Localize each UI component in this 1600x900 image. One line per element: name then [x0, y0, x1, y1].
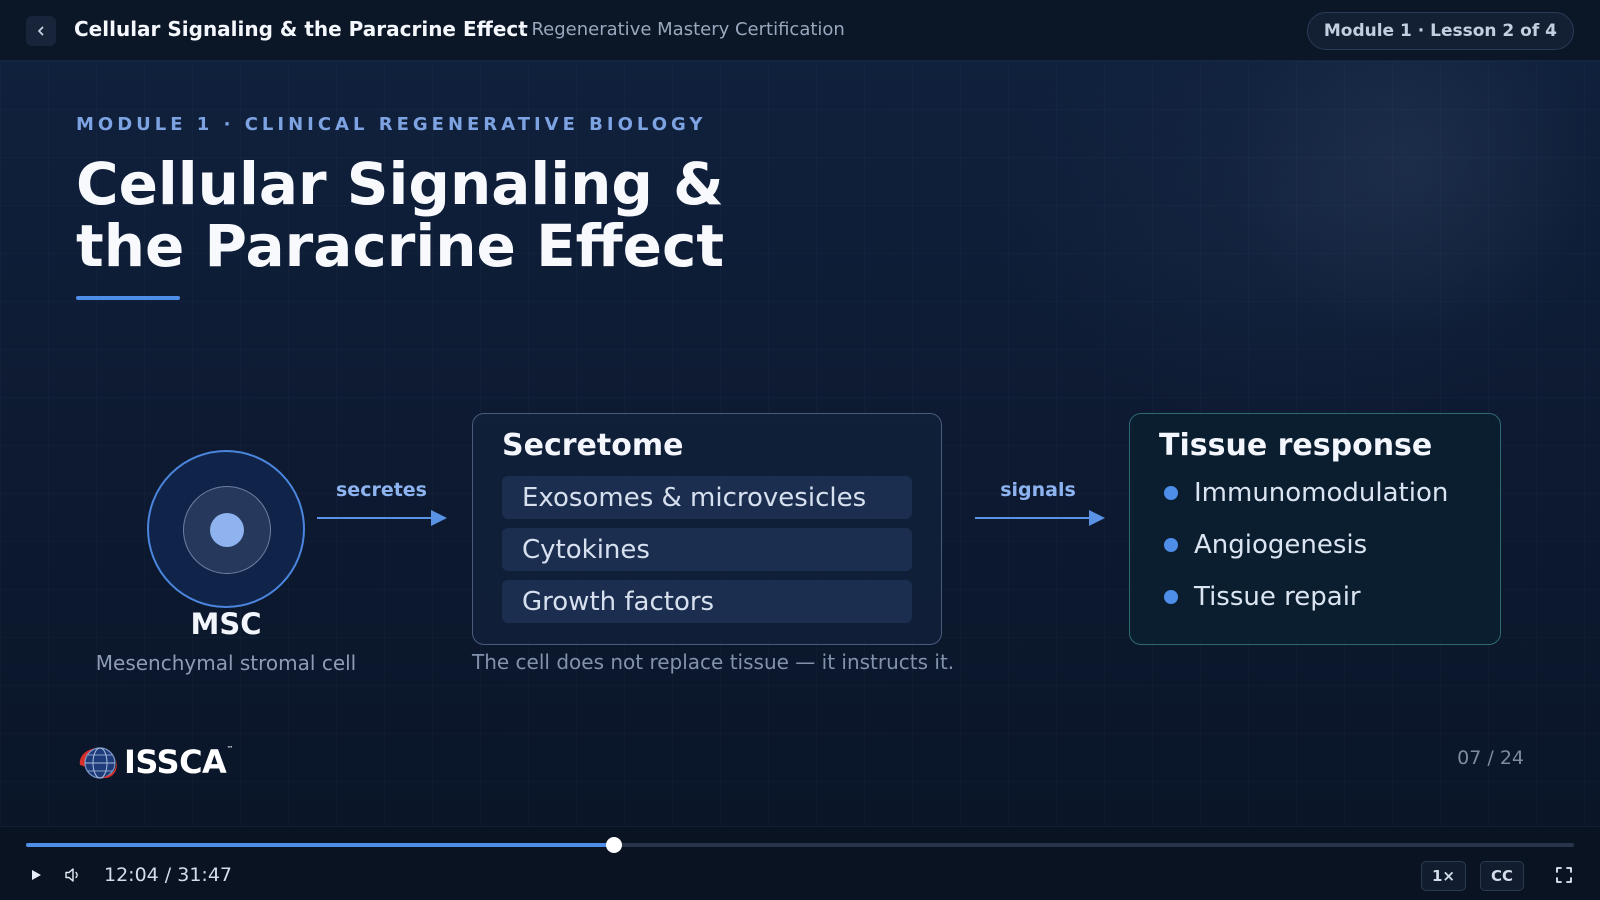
- tissue-response-box: Tissue response Immunomodulation Angioge…: [1129, 413, 1501, 645]
- module-eyebrow: MODULE 1 · CLINICAL REGENERATIVE BIOLOGY: [76, 114, 707, 135]
- fullscreen-icon: [1556, 867, 1572, 883]
- back-button[interactable]: [26, 16, 56, 46]
- secretome-box: Secretome Exosomes & microvesicles Cytok…: [472, 413, 942, 645]
- slide-canvas: MODULE 1 · CLINICAL REGENERATIVE BIOLOGY…: [0, 61, 1600, 826]
- logo-trademark: ™: [226, 745, 234, 753]
- logo-wordmark: ISSCA: [124, 743, 227, 781]
- lesson-progress-badge[interactable]: Module 1 · Lesson 2 of 4: [1306, 12, 1574, 50]
- course-subtitle: · Regenerative Mastery Certification: [520, 19, 845, 40]
- tissue-list-item: Angiogenesis: [1164, 530, 1367, 560]
- tissue-item-label: Angiogenesis: [1194, 530, 1368, 560]
- seek-bar[interactable]: [26, 837, 1574, 853]
- arrow-right-icon: [975, 510, 1105, 526]
- player-controls: 12:04 / 31:47 1× CC: [0, 826, 1600, 900]
- slide-title-line-1: Cellular Signaling &: [76, 150, 724, 218]
- seek-handle[interactable]: [606, 837, 623, 853]
- bullet-dot-icon: [1164, 538, 1178, 552]
- bullet-dot-icon: [1164, 486, 1178, 500]
- volume-button[interactable]: [62, 865, 84, 885]
- secretome-heading: Secretome: [502, 428, 684, 463]
- tissue-heading: Tissue response: [1159, 428, 1433, 463]
- diagram-caption: The cell does not replace tissue — it in…: [472, 650, 955, 674]
- seek-bar-progress: [26, 843, 615, 847]
- cell-description: Mesenchymal stromal cell: [95, 651, 357, 675]
- secretome-item: Cytokines: [502, 528, 912, 571]
- title-underline: [76, 296, 180, 300]
- cell-name: MSC: [190, 607, 262, 641]
- play-button[interactable]: [26, 865, 46, 885]
- msc-cell-icon: [147, 450, 305, 608]
- playback-speed-button[interactable]: 1×: [1420, 861, 1466, 891]
- cell-nucleus-core: [210, 513, 244, 547]
- top-bar: Cellular Signaling & the Paracrine Effec…: [0, 0, 1600, 61]
- arrow-right-icon: [317, 510, 447, 526]
- fullscreen-button[interactable]: [1554, 865, 1574, 885]
- tissue-item-label: Tissue repair: [1194, 582, 1361, 612]
- time-display: 12:04 / 31:47: [104, 864, 232, 886]
- cell-nucleus-ring: [183, 486, 271, 574]
- slide-page-count: 07 / 24: [1457, 747, 1524, 769]
- slide-title-line-2: the Paracrine Effect: [76, 212, 725, 280]
- arrow-label-secretes: secretes: [336, 479, 427, 501]
- arrow-label-signals: signals: [1000, 479, 1076, 501]
- volume-icon: [65, 868, 78, 882]
- play-icon: [32, 870, 41, 880]
- slide-title: Cellular Signaling & the Paracrine Effec…: [76, 153, 836, 277]
- chevron-left-icon: [38, 26, 44, 36]
- issca-logo: ISSCA ™: [76, 741, 233, 783]
- course-title: Cellular Signaling & the Paracrine Effec…: [74, 17, 528, 41]
- captions-button[interactable]: CC: [1479, 861, 1524, 891]
- secretome-item: Growth factors: [502, 580, 912, 623]
- globe-icon: [79, 747, 117, 779]
- tissue-item-label: Immunomodulation: [1194, 478, 1449, 508]
- secretome-item: Exosomes & microvesicles: [502, 476, 912, 519]
- tissue-list-item: Tissue repair: [1164, 582, 1361, 612]
- tissue-list-item: Immunomodulation: [1164, 478, 1448, 508]
- bullet-dot-icon: [1164, 590, 1178, 604]
